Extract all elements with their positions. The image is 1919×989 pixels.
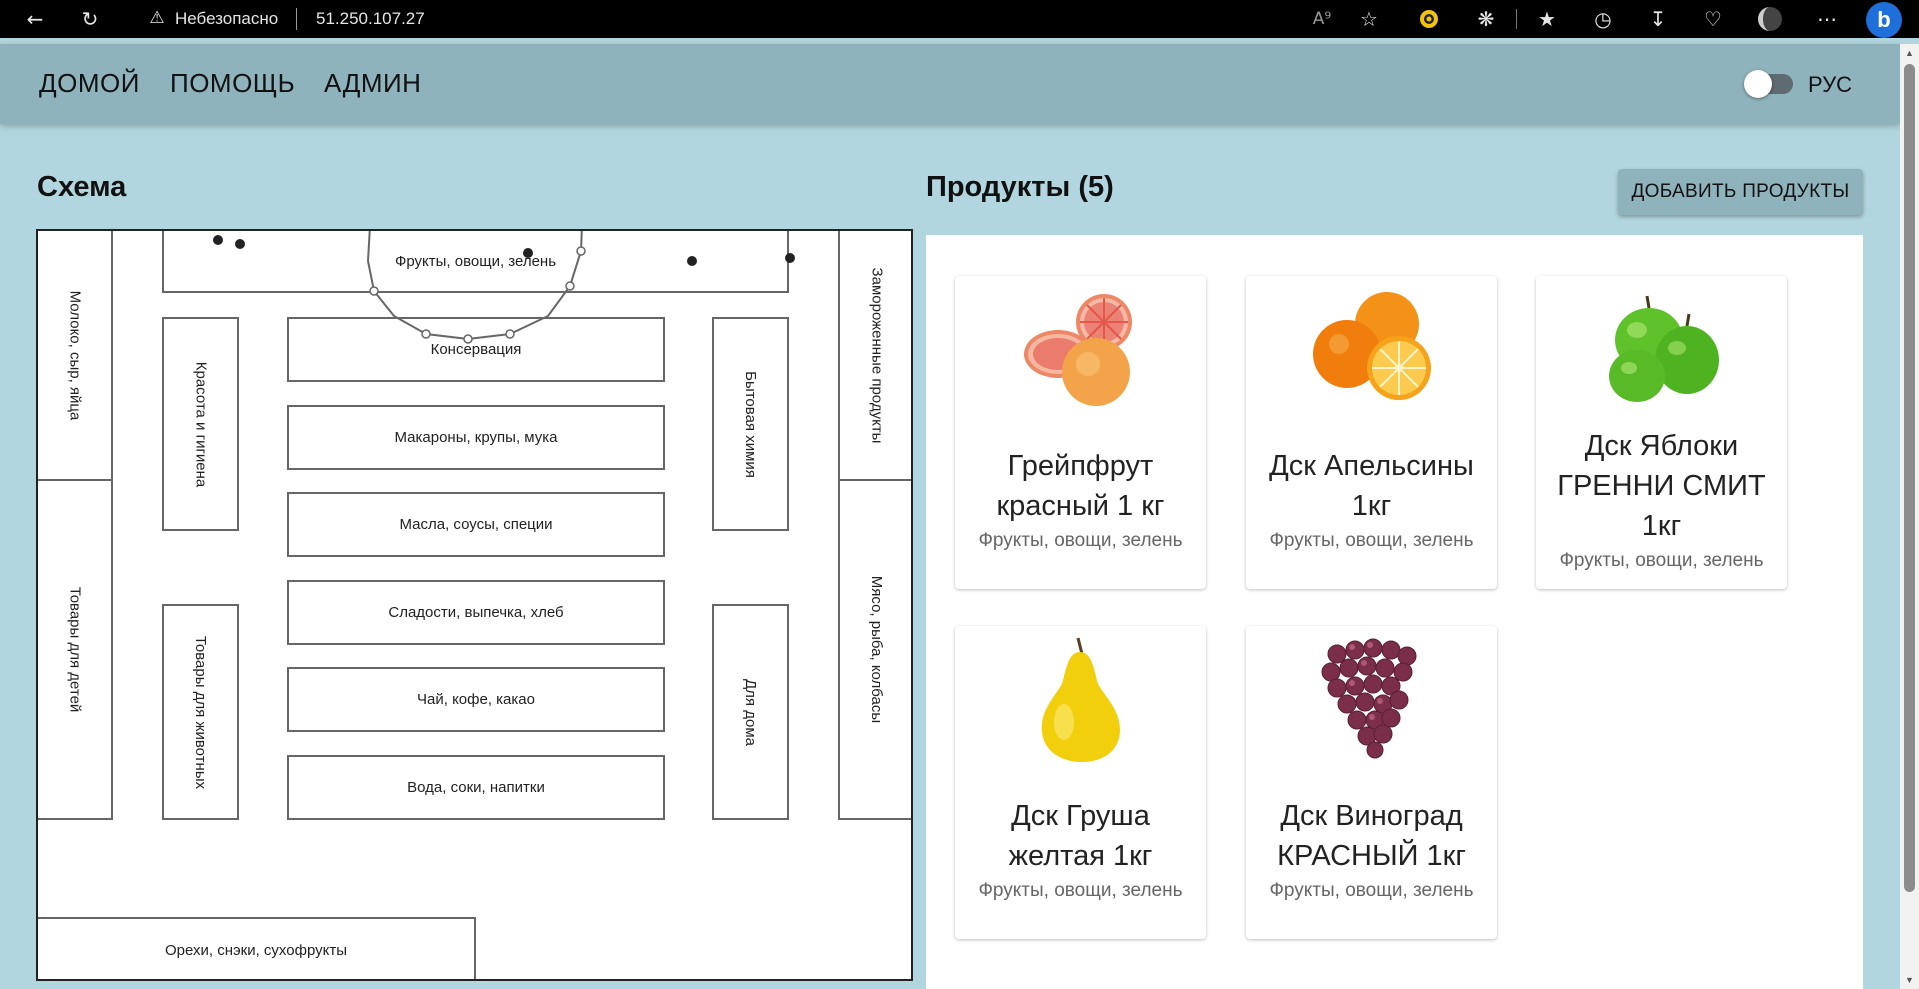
more-menu-icon[interactable]: ⋯ <box>1812 4 1842 34</box>
yellow-pear-icon <box>1041 637 1120 762</box>
product-category: Фрукты, овощи, зелень <box>978 879 1183 901</box>
product-marker <box>213 235 223 245</box>
performance-icon[interactable]: ♡ <box>1698 4 1728 34</box>
product-card[interactable]: Дск Груша желтая 1кг Фрукты, овощи, зеле… <box>955 626 1206 939</box>
scrollbar-thumb[interactable] <box>1904 64 1915 892</box>
app-bar: ДОМОЙ ПОМОЩЬ АДМИН <box>0 44 1900 124</box>
security-status[interactable]: Небезопасно <box>175 9 278 29</box>
product-category: Фрукты, овощи, зелень <box>1559 549 1764 571</box>
product-marker <box>785 253 795 263</box>
product-name: Дск Апельсины 1кг <box>1269 449 1474 522</box>
toolbar-divider <box>1516 9 1517 29</box>
add-favorite-icon[interactable]: ☆ <box>1354 4 1384 34</box>
product-marker <box>523 248 533 258</box>
language-label: РУС <box>1808 72 1853 97</box>
product-marker <box>687 256 697 266</box>
browser-toolbar: ← ↻ ⚠ Небезопасно 51.250.107.27 A⁹ ☆ ❋ ★… <box>0 0 1919 38</box>
scroll-up-icon[interactable]: ▲ <box>1904 48 1915 58</box>
product-name: Дск Груша желтая 1кг <box>1008 799 1153 872</box>
product-card[interactable]: Грейпфрут красный 1 кг Фрукты, овощи, зе… <box>955 276 1206 589</box>
route-overlay <box>213 231 795 344</box>
product-category: Фрукты, овощи, зелень <box>1269 529 1474 551</box>
history-icon[interactable]: ◷ <box>1588 4 1618 34</box>
red-grapes-icon <box>1321 638 1416 759</box>
grapefruit-icon <box>1023 294 1132 406</box>
product-name: Грейпфрут красный 1 кг <box>996 449 1165 522</box>
product-marker <box>235 239 245 249</box>
scroll-down-icon[interactable]: ▼ <box>1904 975 1915 985</box>
scheme-title: Схема <box>37 171 127 203</box>
refresh-icon[interactable]: ↻ <box>75 4 105 34</box>
route-point <box>505 329 515 339</box>
add-products-button[interactable]: ДОБАВИТЬ ПРОДУКТЫ <box>1618 169 1863 215</box>
products-panel: Грейпфрут красный 1 кг Фрукты, овощи, зе… <box>926 235 1863 989</box>
nav-help[interactable]: ПОМОЩЬ <box>170 68 295 99</box>
products-title: Продукты (5) <box>926 171 1114 203</box>
orange-icon <box>1312 292 1431 400</box>
product-card[interactable]: Дск Яблоки ГРЕННИ СМИТ 1кг Фрукты, овощи… <box>1536 276 1787 589</box>
route-point <box>576 246 586 256</box>
puzzle-icon[interactable]: ❋ <box>1471 4 1501 34</box>
green-apple-icon <box>1608 295 1719 402</box>
profile-icon[interactable] <box>1755 4 1785 34</box>
product-category: Фрукты, овощи, зелень <box>978 529 1183 551</box>
route-point <box>463 334 473 344</box>
language-toggle[interactable] <box>1744 70 1772 98</box>
route-point <box>565 281 575 291</box>
nav-home[interactable]: ДОМОЙ <box>39 68 140 99</box>
warning-icon[interactable]: ⚠ <box>147 8 167 28</box>
address-separator <box>296 8 297 30</box>
extension-icon[interactable] <box>1414 4 1444 34</box>
product-card[interactable]: Дск Виноград КРАСНЫЙ 1кг Фрукты, овощи, … <box>1246 626 1497 939</box>
route-point <box>421 329 431 339</box>
favorites-icon[interactable]: ★ <box>1532 4 1562 34</box>
store-scheme[interactable]: Фрукты, овощи, зелень Молоко, сыр, яйца … <box>36 229 913 981</box>
back-arrow-icon[interactable]: ← <box>20 4 50 34</box>
product-category: Фрукты, овощи, зелень <box>1269 879 1474 901</box>
download-icon[interactable]: ↧ <box>1643 4 1673 34</box>
route-point <box>369 286 379 296</box>
address-url[interactable]: 51.250.107.27 <box>316 9 425 29</box>
product-name: Дск Яблоки ГРЕННИ СМИТ 1кг <box>1557 429 1766 542</box>
product-card[interactable]: Дск Апельсины 1кг Фрукты, овощи, зелень <box>1246 276 1497 589</box>
bing-copilot-icon[interactable]: b <box>1866 2 1902 38</box>
product-name: Дск Виноград КРАСНЫЙ 1кг <box>1277 799 1466 872</box>
read-aloud-icon[interactable]: A⁹ <box>1307 4 1337 34</box>
read-aloud-label: A⁹ <box>1312 9 1332 29</box>
nav-admin[interactable]: АДМИН <box>324 68 421 99</box>
